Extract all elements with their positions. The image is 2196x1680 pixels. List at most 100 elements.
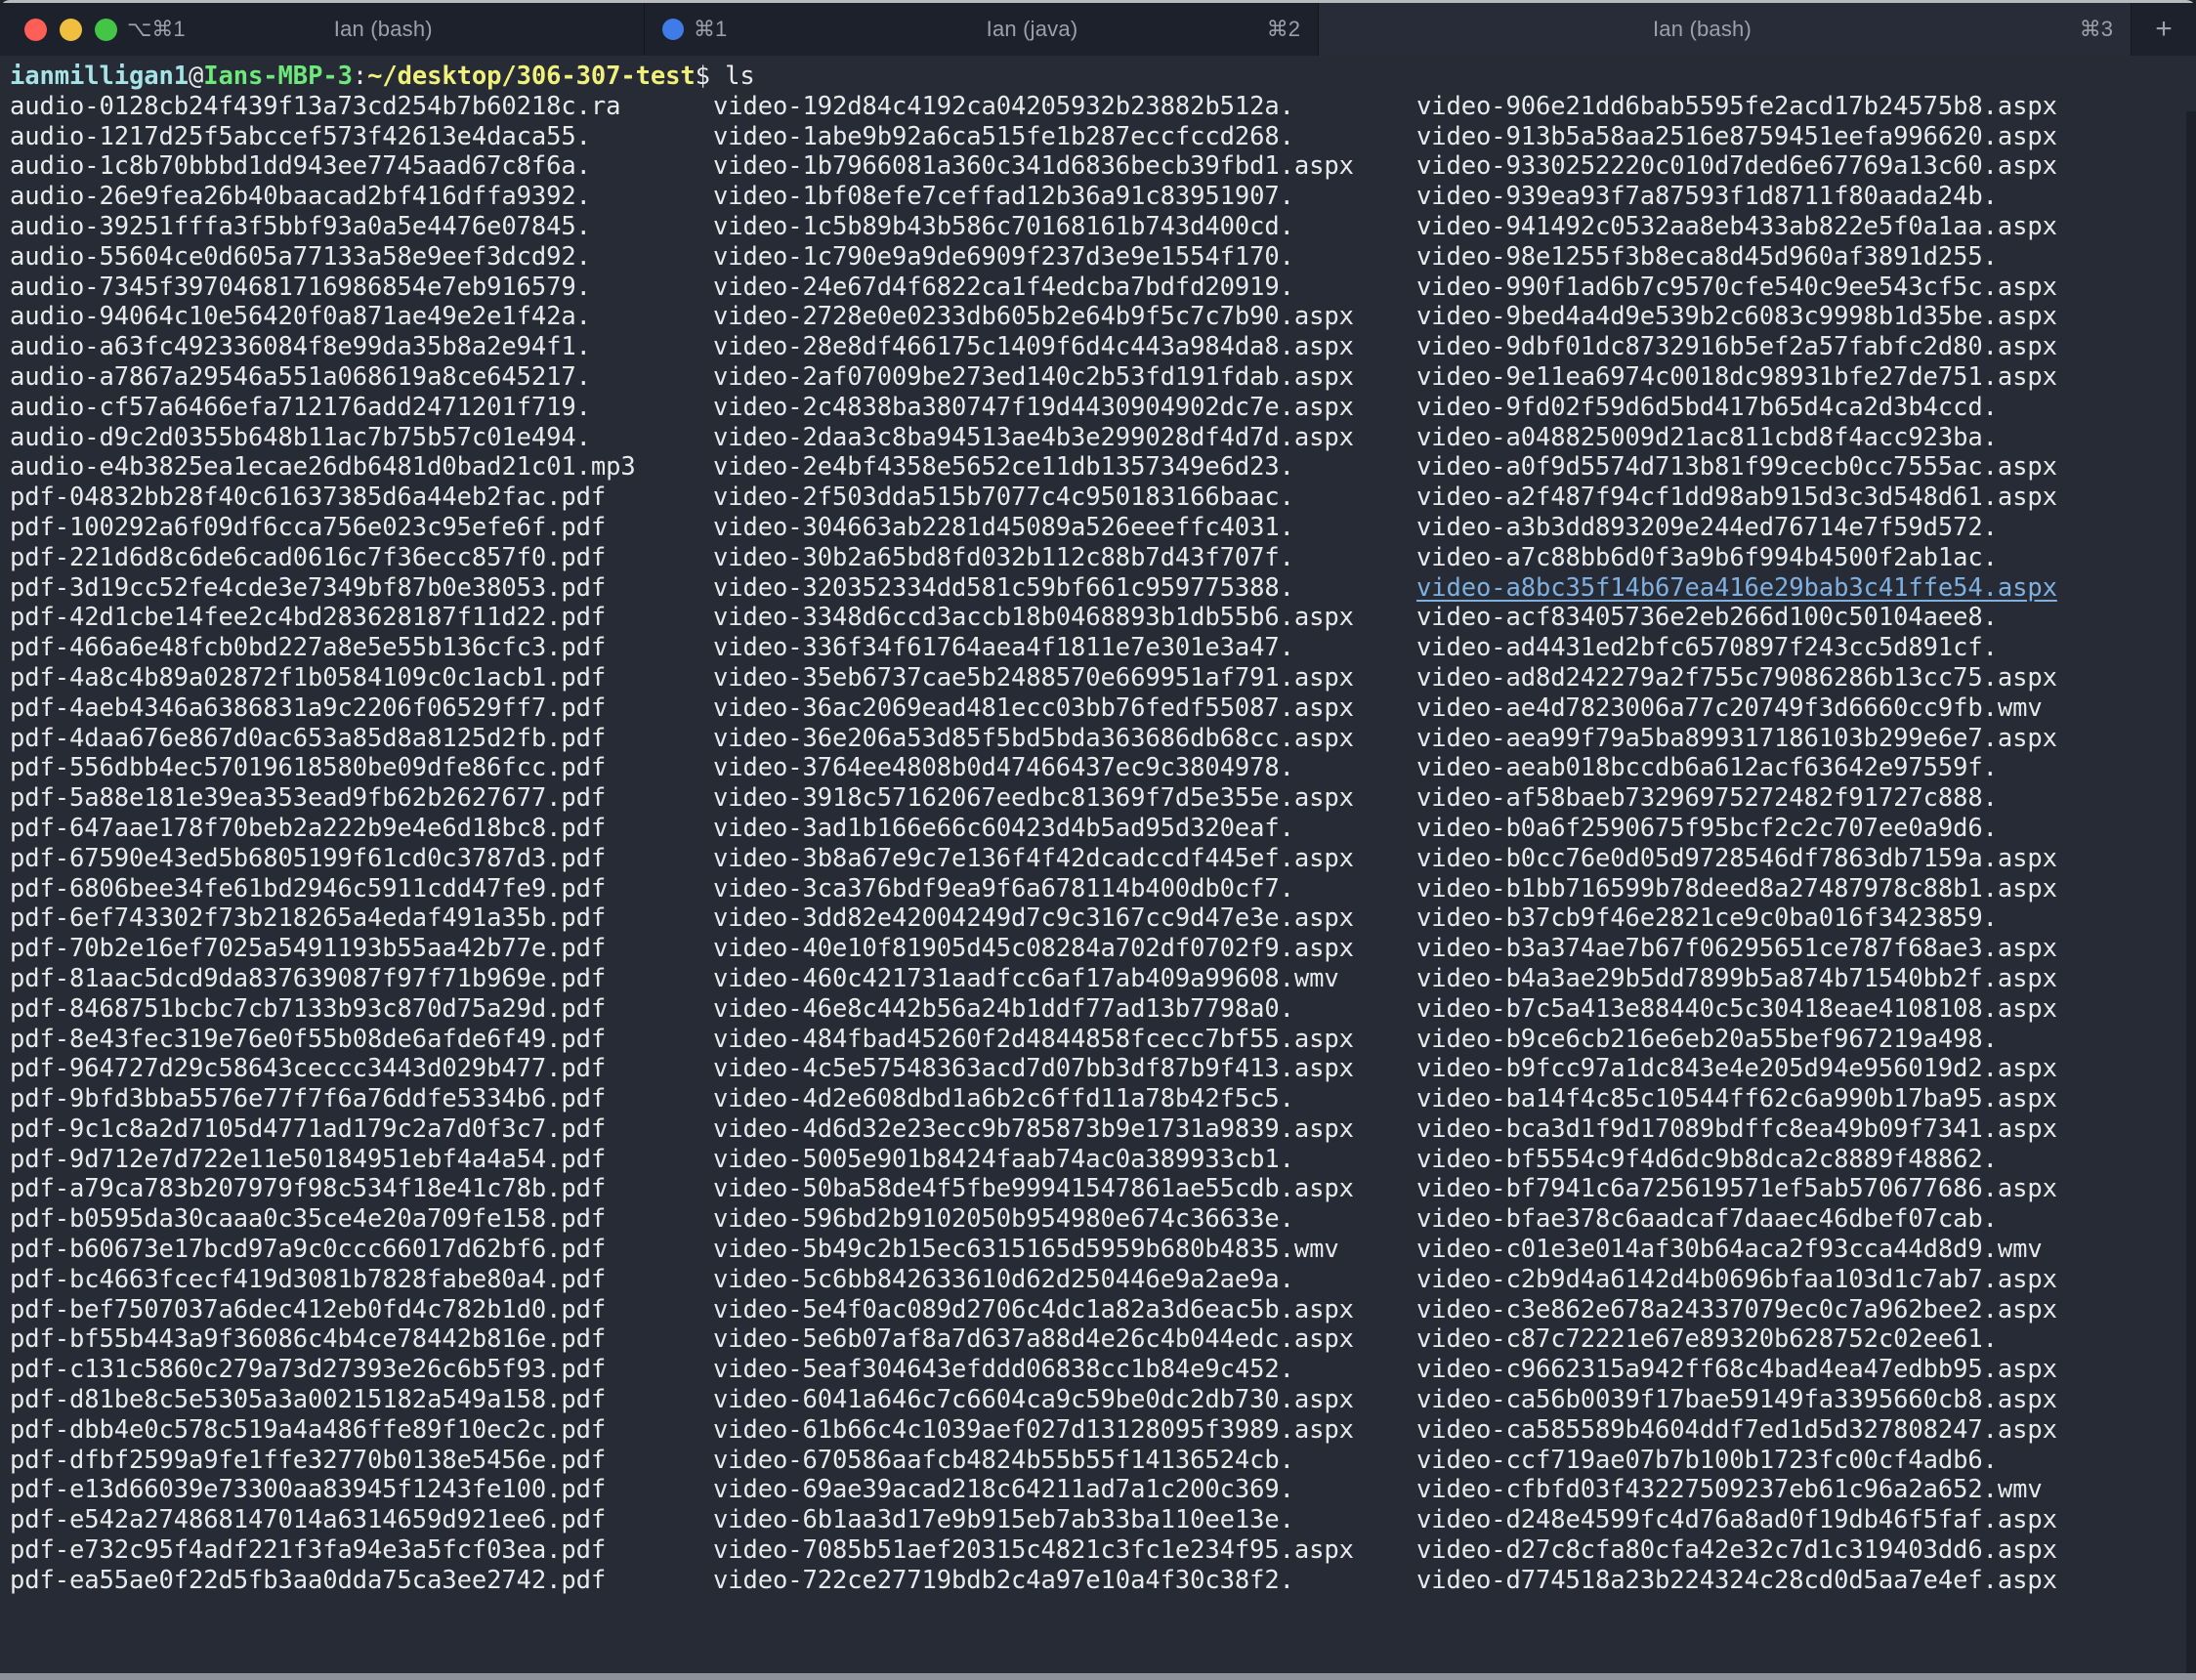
- file-entry: video-d27c8cfa80cfa42e32c7d1c319403dd6.a…: [1416, 1535, 2057, 1566]
- file-entry: pdf-6806bee34fe61bd2946c5911cdd47fe9.pdf: [10, 873, 607, 903]
- file-entry: video-35eb6737cae5b2488570e669951af791.a…: [713, 662, 1354, 693]
- tab-1-title: Ian (bash): [333, 17, 433, 41]
- tab-bar: ⌥⌘1 Ian (bash) ⌘1 Ian (java) ⌘2 Ian (bas…: [0, 0, 2196, 56]
- file-link[interactable]: video-a8bc35f14b67ea416e29bab3c41ffe54.a…: [1416, 573, 2188, 604]
- file-entry: pdf-42d1cbe14fee2c4bd283628187f11d22.pdf: [10, 603, 607, 633]
- terminal-content[interactable]: ianmilligan1@Ians-MBP-3:~/desktop/306-30…: [0, 56, 2196, 1680]
- file-entry: video-5005e901b8424faab74ac0a389933cb1.: [713, 1144, 1294, 1174]
- window-controls: ⌥⌘1: [18, 17, 186, 42]
- file-entry: video-1c790e9a9de6909f237d3e9e1554f170.: [713, 241, 1294, 272]
- file-entry: video-9dbf01dc8732916b5ef2a57fabfc2d80.a…: [1416, 332, 2057, 362]
- file-entry: video-c87c72221e67e89320b628752c02ee61.: [1416, 1324, 1998, 1355]
- file-entry: audio-7345f39704681716986854e7eb916579.: [10, 272, 591, 302]
- file-entry: audio-1217d25f5abccef573f42613e4daca55.: [10, 121, 591, 151]
- file-entry: video-28e8df466175c1409f6d4c443a984da8.a…: [713, 332, 1354, 362]
- prompt-command: ls: [709, 62, 755, 91]
- traffic-lights: [18, 18, 117, 41]
- file-entry: video-c2b9d4a6142d4b0696bfaa103d1c7ab7.a…: [1416, 1264, 2057, 1294]
- file-entry: pdf-964727d29c58643ceccc3443d029b477.pdf: [10, 1054, 607, 1084]
- file-entry: video-a0f9d5574d713b81f99cecb0cc7555ac.a…: [1416, 452, 2057, 483]
- file-entry: pdf-9d712e7d722e11e50184951ebf4a4a54.pdf: [10, 1144, 607, 1174]
- tab-ian-java[interactable]: ⌘1 Ian (java) ⌘2: [645, 3, 1319, 56]
- file-entry: video-36ac2069ead481ecc03bb76fedf55087.a…: [713, 693, 1354, 723]
- file-entry: video-ccf719ae07b7b100b1723fc00cf4adb6.: [1416, 1445, 1998, 1475]
- tab-3-title: Ian (bash): [1652, 17, 1753, 41]
- file-entry: video-2daa3c8ba94513ae4b3e299028df4d7d.a…: [713, 422, 1354, 452]
- tab-ian-bash-1[interactable]: ⌥⌘1 Ian (bash): [0, 3, 645, 56]
- tab-ian-bash-2[interactable]: Ian (bash) ⌘3: [1319, 3, 2132, 56]
- file-entry: video-3918c57162067eedbc81369f7d5e355e.a…: [713, 783, 1354, 814]
- file-entry: pdf-e732c95f4adf221f3fa94e3a5fcf03ea.pdf: [10, 1535, 607, 1566]
- file-entry: audio-94064c10e56420f0a871ae49e2e1f42a.: [10, 302, 591, 332]
- file-entry: pdf-6ef743302f73b218265a4edaf491a35b.pdf: [10, 903, 607, 934]
- tab-2-left: ⌘1: [662, 17, 809, 42]
- file-entry: video-46e8c442b56a24b1ddf77ad13b7798a0.: [713, 993, 1294, 1024]
- tab-3-shortcut-right: ⌘3: [2079, 17, 2113, 41]
- file-entry: video-5c6bb842633610d62d250446e9a2ae9a.: [713, 1264, 1294, 1294]
- file-entry: video-5e6b07af8a7d637a88d4e26c4b044edc.a…: [713, 1324, 1354, 1355]
- file-entry: video-aeab018bccdb6a612acf63642e97559f.: [1416, 753, 1998, 783]
- file-entry: video-941492c0532aa8eb433ab822e5f0a1aa.a…: [1416, 211, 2057, 241]
- file-entry: pdf-d81be8c5e5305a3a00215182a549a158.pdf: [10, 1385, 607, 1415]
- file-entry: video-b0cc76e0d05d9728546df7863db7159a.a…: [1416, 843, 2057, 873]
- file-entry: video-a3b3dd893209e244ed76714e7f59d572.: [1416, 512, 1998, 542]
- file-entry: video-7085b51aef20315c4821c3fc1e234f95.a…: [713, 1535, 1354, 1566]
- file-entry: video-d248e4599fc4d76a8ad0f19db46f5faf.a…: [1416, 1505, 2057, 1535]
- prompt-user: ianmilligan1: [10, 62, 190, 91]
- file-entry: video-ad8d242279a2f755c79086286b13cc75.a…: [1416, 662, 2057, 693]
- file-entry: video-3348d6ccd3accb18b0468893b1db55b6.a…: [713, 603, 1354, 633]
- file-entry: audio-39251fffa3f5bbf93a0a5e4476e07845.: [10, 211, 591, 241]
- terminal-window: ⌥⌘1 Ian (bash) ⌘1 Ian (java) ⌘2 Ian (bas…: [0, 0, 2196, 1680]
- file-entry: pdf-221d6d8c6de6cad0616c7f36ecc857f0.pdf: [10, 542, 607, 572]
- file-entry: video-ad4431ed2bfc6570897f243cc5d891cf.: [1416, 633, 1998, 663]
- file-entry: video-990f1ad6b7c9570cfe540c9ee543cf5c.a…: [1416, 272, 2057, 302]
- file-entry: video-bf7941c6a725619571ef5ab570677686.a…: [1416, 1174, 2057, 1204]
- file-entry: pdf-8468751bcbc7cb7133b93c870d75a29d.pdf: [10, 993, 607, 1024]
- minimize-button[interactable]: [60, 18, 82, 41]
- file-entry: pdf-e13d66039e73300aa83945f1243fe100.pdf: [10, 1475, 607, 1505]
- file-entry: video-6041a646c7c6604ca9c59be0dc2db730.a…: [713, 1385, 1354, 1415]
- file-entry: video-c9662315a942ff68c4bad4ea47edbb95.a…: [1416, 1355, 2057, 1385]
- file-entry: video-30b2a65bd8fd032b112c88b7d43f707f.: [713, 542, 1294, 572]
- file-entry: video-2af07009be273ed140c2b53fd191fdab.a…: [713, 361, 1354, 392]
- new-tab-button[interactable]: +: [2132, 3, 2196, 56]
- file-entry: pdf-67590e43ed5b6805199f61cd0c3787d3.pdf: [10, 843, 607, 873]
- activity-dot-icon: [662, 19, 684, 40]
- file-entry: video-484fbad45260f2d4844858fcecc7bf55.a…: [713, 1024, 1354, 1054]
- file-entry: video-304663ab2281d45089a526eeeffc4031.: [713, 512, 1294, 542]
- prompt-colon: :: [352, 62, 368, 91]
- close-button[interactable]: [24, 18, 47, 41]
- file-entry: pdf-dfbf2599a9fe1ffe32770b0138e5456e.pdf: [10, 1445, 607, 1475]
- file-entry: video-5b49c2b15ec6315165d5959b680b4835.w…: [713, 1235, 1339, 1265]
- file-entry: video-b9ce6cb216e6eb20a55bef967219a498.: [1416, 1024, 1998, 1054]
- file-entry: pdf-c131c5860c279a73d27393e26c6b5f93.pdf: [10, 1355, 607, 1385]
- tab-2-title: Ian (java): [986, 17, 1078, 41]
- file-entry: video-2f503dda515b7077c4c950183166baac.: [713, 483, 1294, 513]
- file-entry: pdf-4a8c4b89a02872f1b0584109c0c1acb1.pdf: [10, 662, 607, 693]
- zoom-button[interactable]: [95, 18, 117, 41]
- file-entry: video-b9fcc97a1dc843e4e205d94e956019d2.a…: [1416, 1054, 2057, 1084]
- file-entry: pdf-bc4663fcecf419d3081b7828fabe80a4.pdf: [10, 1264, 607, 1294]
- file-entry: video-4d6d32e23ecc9b785873b9e1731a9839.a…: [713, 1113, 1354, 1144]
- file-entry: video-b1bb716599b78deed8a27487978c88b1.a…: [1416, 873, 2057, 903]
- file-entry: video-192d84c4192ca04205932b23882b512a.: [713, 91, 1294, 121]
- file-entry: pdf-9bfd3bba5576e77f7f6a76ddfe5334b6.pdf: [10, 1084, 607, 1114]
- file-entry: video-ca585589b4604ddf7ed1d5d327808247.a…: [1416, 1414, 2057, 1445]
- file-entry: pdf-9c1c8a2d7105d4771ad179c2a7d0f3c7.pdf: [10, 1113, 607, 1144]
- file-entry: pdf-8e43fec319e76e0f55b08de6afde6f49.pdf: [10, 1024, 607, 1054]
- file-listing: audio-0128cb24f439f13a73cd254b7b60218c.r…: [10, 92, 2196, 1596]
- file-entry: pdf-ea55ae0f22d5fb3aa0dda75ca3ee2742.pdf: [10, 1565, 607, 1595]
- file-entry: video-9e11ea6974c0018dc98931bfe27de751.a…: [1416, 361, 2057, 392]
- file-entry: pdf-bf55b443a9f36086c4b4ce78442b816e.pdf: [10, 1324, 607, 1355]
- file-entry: video-acf83405736e2eb266d100c50104aee8.: [1416, 603, 1998, 633]
- tab-2-shortcut: ⌘1: [694, 17, 728, 41]
- file-entry: video-939ea93f7a87593f1d8711f80aada24b.: [1416, 182, 1998, 212]
- file-entry: pdf-81aac5dcd9da837639087f97f71b969e.pdf: [10, 963, 607, 993]
- file-entry: video-a7c88bb6d0f3a9b6f994b4500f2ab1ac.: [1416, 542, 1998, 572]
- file-entry: video-6b1aa3d17e9b915eb7ab33ba110ee13e.: [713, 1505, 1294, 1535]
- scrollbar[interactable]: [2186, 111, 2196, 1680]
- file-entry: video-ba14f4c85c10544ff62c6a990b17ba95.a…: [1416, 1084, 2057, 1114]
- file-entry: video-bca3d1f9d17089bdffc8ea49b09f7341.a…: [1416, 1113, 2057, 1144]
- file-entry: pdf-5a88e181e39ea353ead9fb62b2627677.pdf: [10, 783, 607, 814]
- listing-column-2: video-192d84c4192ca04205932b23882b512a. v…: [713, 92, 1416, 1596]
